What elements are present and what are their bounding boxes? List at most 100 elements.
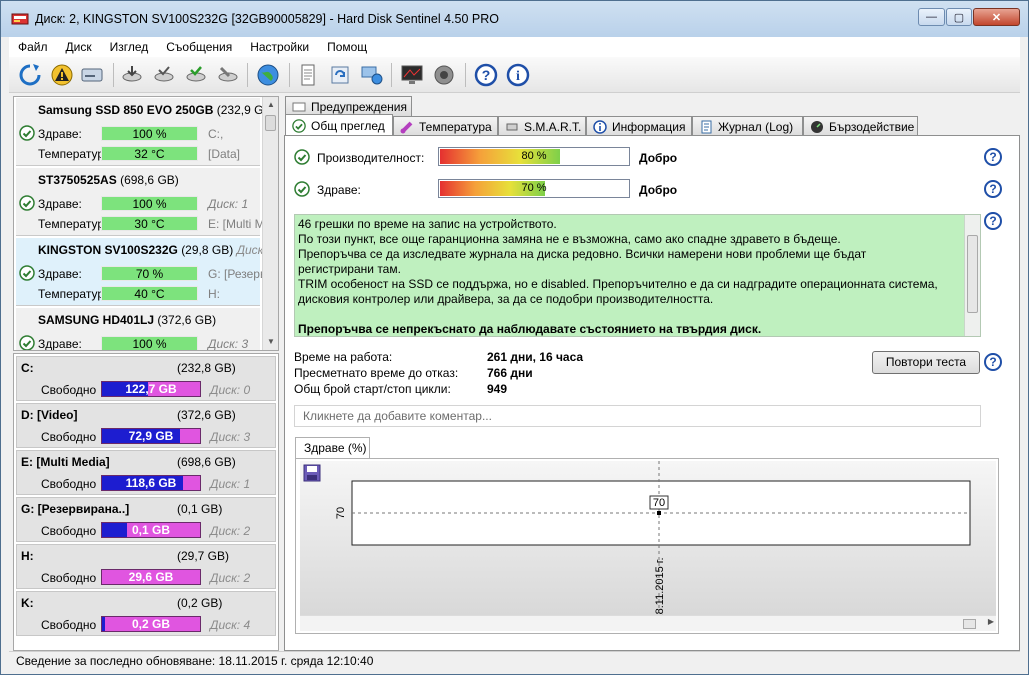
free-space-bar: 29,6 GB [101, 569, 201, 585]
health-info-box: 46 грешки по време на запис на устройств… [294, 214, 981, 337]
chart-hscrollbar[interactable]: ▶ [300, 615, 996, 631]
monitor-icon[interactable] [399, 62, 425, 88]
toolbar: ? i [9, 57, 1020, 93]
partition-card[interactable]: G: [Резервирана..] (0,1 GB) Свободно 0,1… [16, 497, 276, 542]
help-icon[interactable]: ? [984, 180, 1002, 198]
info-icon[interactable]: i [505, 62, 531, 88]
refresh-icon[interactable] [17, 62, 43, 88]
uptime-label: Време на работа: [294, 350, 393, 364]
menu-view[interactable]: Изглед [101, 40, 158, 54]
menu-disk[interactable]: Диск [57, 40, 101, 54]
temp-bar: 40 °C [101, 286, 198, 301]
log-icon [701, 120, 712, 133]
menu-file[interactable]: Файл [9, 40, 57, 54]
ok-check-icon [292, 118, 306, 133]
menu-messages[interactable]: Съобщения [157, 40, 241, 54]
cycles-value: 949 [487, 382, 508, 396]
app-window: Диск: 2, KINGSTON SV100S232G [32GB900058… [0, 0, 1029, 675]
menu-help[interactable]: Помощ [318, 40, 376, 54]
tab-temperature[interactable]: Температура [393, 116, 498, 136]
window-title: Диск: 2, KINGSTON SV100S232G [32GB900058… [35, 12, 499, 26]
warning-icon[interactable] [49, 62, 75, 88]
help-icon[interactable]: ? [984, 148, 1002, 166]
disk-check-icon[interactable] [151, 62, 177, 88]
ok-check-icon [19, 195, 35, 211]
report-icon[interactable] [295, 62, 321, 88]
health-bar: 100 % [101, 336, 198, 350]
disk-tool-icon[interactable] [215, 62, 241, 88]
scroll-down-icon[interactable]: ▼ [263, 334, 278, 350]
info-scrollbar[interactable] [964, 215, 980, 336]
free-space-bar: 122,7 GB [101, 381, 201, 397]
refresh-disk-icon[interactable] [327, 62, 353, 88]
svg-text:i: i [516, 69, 520, 84]
disk-arrow-icon[interactable] [119, 62, 145, 88]
health-chart-svg: 70 70 18.11.2015 г. [303, 461, 971, 621]
disk-temp-row: Температура: 32 °C [Data] [38, 146, 241, 161]
tab-alerts[interactable]: Предупреждения [285, 96, 412, 116]
disk-card[interactable]: Samsung SSD 850 EVO 250GB (232,9 GB) Здр… [16, 98, 275, 166]
right-panel: Предупреждения Общ преглед Температура S… [284, 96, 1020, 651]
tab-log[interactable]: Журнал (Log) [692, 116, 803, 136]
scroll-thumb[interactable] [963, 619, 976, 629]
status-bar: Сведение за последно обновяване: 18.11.2… [9, 651, 1020, 671]
globe-icon[interactable] [255, 62, 281, 88]
scroll-up-icon[interactable]: ▲ [263, 97, 278, 113]
health-chart: 70 70 18.11.2015 г. ▶ [295, 458, 999, 634]
disk-health-row: Здраве: 100 % Диск: 3 [16, 335, 260, 350]
disk-drive-icon[interactable] [79, 62, 105, 88]
performance-label: Производителност: [317, 151, 425, 165]
disk-card[interactable]: SAMSUNG HD401LJ (372,6 GB) Здраве: 100 %… [16, 308, 260, 350]
disk-list-scrollbar[interactable]: ▲ ▼ [262, 97, 278, 350]
save-chart-icon[interactable] [303, 464, 321, 482]
help-icon[interactable]: ? [984, 212, 1002, 230]
tab-overview[interactable]: Общ преглед [285, 114, 393, 136]
chip-icon [506, 123, 518, 130]
health-bar: 70 % [101, 266, 198, 281]
disk-name: SAMSUNG HD401LJ (372,6 GB) [38, 313, 217, 327]
partition-card[interactable]: D: [Video] (372,6 GB) Свободно 72,9 GB Д… [16, 403, 276, 448]
scroll-thumb[interactable] [265, 115, 276, 131]
close-button[interactable]: ✕ [973, 8, 1020, 26]
disk-temp-row: Температура: 30 °C E: [Multi M [38, 216, 265, 231]
speaker-icon[interactable] [431, 62, 457, 88]
free-space-bar: 0,2 GB [101, 616, 201, 632]
retest-button[interactable]: Повтори теста [872, 351, 980, 374]
partition-card[interactable]: K: (0,2 GB) Свободно 0,2 GB Диск: 4 [16, 591, 276, 636]
maximize-button[interactable]: ▢ [946, 8, 972, 26]
temp-bar: 32 °C [101, 146, 198, 161]
ok-check-icon [19, 125, 35, 141]
data-point [657, 511, 661, 515]
tab-info[interactable]: Информация [586, 116, 692, 136]
menu-settings[interactable]: Настройки [241, 40, 318, 54]
ok-check-icon [294, 149, 310, 165]
ok-check-icon [19, 265, 35, 281]
tab-smart[interactable]: S.M.A.R.T. [498, 116, 586, 136]
ok-check-icon [294, 181, 310, 197]
disk-card-selected[interactable]: KINGSTON SV100S232G (29,8 GB) Диск: Здра… [16, 238, 267, 306]
tab-performance[interactable]: Бързодействие [803, 116, 918, 136]
network-disk-icon[interactable] [359, 62, 385, 88]
temp-bar: 30 °C [101, 216, 198, 231]
alert-icon [292, 102, 306, 111]
menu-bar: Файл Диск Изглед Съобщения Настройки Пом… [9, 37, 1020, 57]
chart-tab-health[interactable]: Здраве (%) [295, 437, 370, 459]
help-icon[interactable]: ? [984, 353, 1002, 371]
minimize-button[interactable]: — [918, 8, 945, 26]
info-icon [593, 119, 607, 134]
comment-field[interactable]: Кликнете да добавите коментар... [294, 405, 981, 427]
partition-card[interactable]: E: [Multi Media] (698,6 GB) Свободно 118… [16, 450, 276, 495]
x-tick-label: 18.11.2015 г. [654, 557, 666, 616]
health-bar: 100 % [101, 126, 198, 141]
help-icon[interactable]: ? [473, 62, 499, 88]
health-rating: Добро [639, 183, 678, 197]
disk-ok-icon[interactable] [183, 62, 209, 88]
svg-text:?: ? [482, 67, 491, 83]
free-space-bar: 0,1 GB [101, 522, 201, 538]
scroll-right-icon[interactable]: ▶ [988, 617, 994, 626]
partition-card[interactable]: H: (29,7 GB) Свободно 29,6 GB Диск: 2 [16, 544, 276, 589]
partition-card[interactable]: C: (232,8 GB) Свободно 122,7 GB Диск: 0 [16, 356, 276, 401]
scroll-thumb[interactable] [967, 235, 978, 313]
disk-card[interactable]: ST3750525AS (698,6 GB) Здраве: 100 % Дис… [16, 168, 265, 236]
title-bar[interactable]: Диск: 2, KINGSTON SV100S232G [32GB900058… [1, 1, 1028, 37]
